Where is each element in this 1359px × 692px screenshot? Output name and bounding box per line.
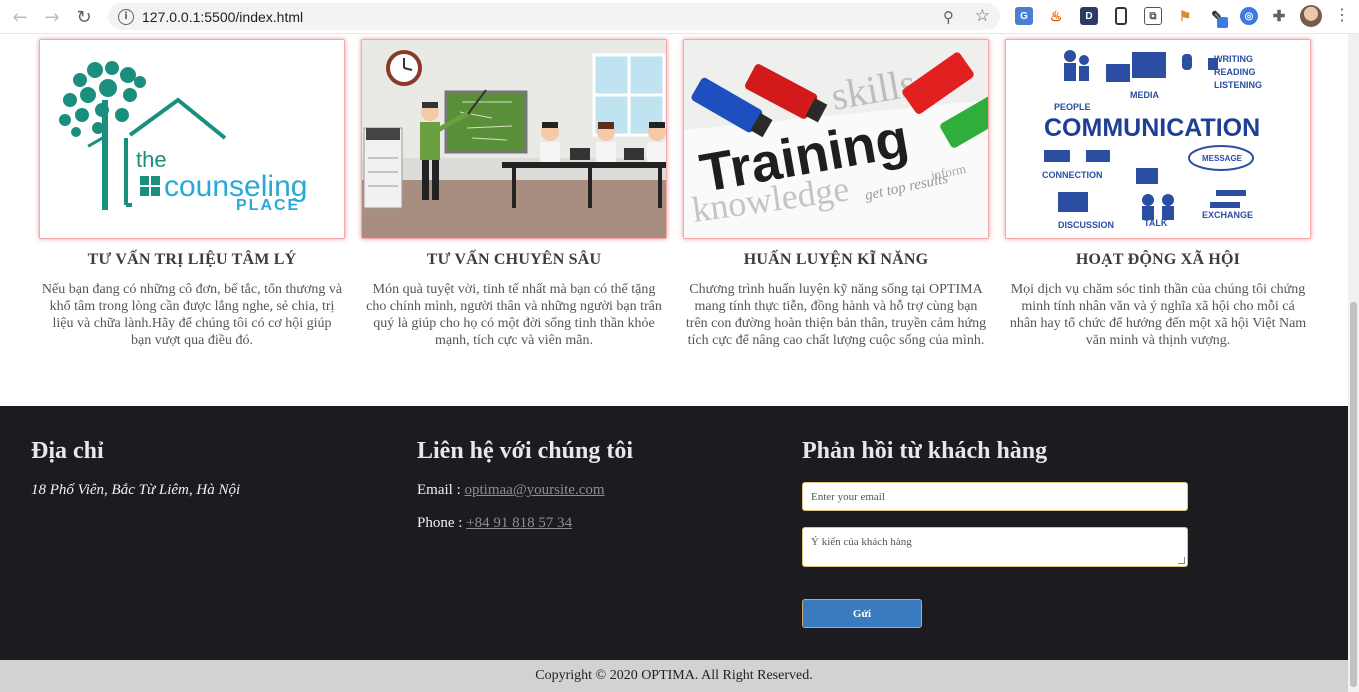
scrollbar-thumb[interactable] xyxy=(1350,302,1357,687)
communication-illustration: MESSAGE COMMUNICATION PEOPLE MEDIA WRITI… xyxy=(1006,40,1310,238)
card-title: HUẤN LUYỆN KĨ NĂNG xyxy=(743,251,929,268)
browser-toolbar: ← → ↻ i 127.0.0.1:5500/index.html ⚲ ☆ G … xyxy=(0,0,1359,34)
card-description: Món quà tuyệt vời, tinh tế nhất mà bạn c… xyxy=(366,282,662,348)
send-button[interactable]: Gửi xyxy=(802,599,922,628)
card-title: HOẠT ĐỘNG XÃ HỘI xyxy=(1075,251,1241,268)
media-word: MEDIA xyxy=(1130,90,1160,100)
discussion-word: DISCUSSION xyxy=(1058,220,1114,230)
listening-word: LISTENING xyxy=(1214,80,1262,90)
service-card: the counseling PLACE TƯ VẤN TRỊ LIỆU TÂM… xyxy=(39,39,345,349)
card-description: Nếu bạn đang có những cô đơn, bế tắc, tổ… xyxy=(41,282,343,348)
communication-word: COMMUNICATION xyxy=(1044,114,1260,142)
d-icon[interactable]: D xyxy=(1080,7,1098,25)
feedback-heading: Phản hồi từ khách hàng xyxy=(802,438,1048,464)
talk-word: TALK xyxy=(1144,218,1168,228)
service-card: MESSAGE COMMUNICATION PEOPLE MEDIA WRITI… xyxy=(1005,39,1311,349)
page-viewport: the counseling PLACE TƯ VẤN TRỊ LIỆU TÂM… xyxy=(0,34,1348,692)
email-link[interactable]: optimaa@yoursite.com xyxy=(465,482,605,498)
resize-handle[interactable] xyxy=(1178,557,1185,564)
logo-place-text: PLACE xyxy=(236,197,300,214)
card-description: Chương trình huấn luyện kỹ năng sống tại… xyxy=(685,282,987,348)
communication-image: MESSAGE COMMUNICATION PEOPLE MEDIA WRITI… xyxy=(1005,39,1311,239)
reading-word: READING xyxy=(1214,67,1256,77)
card-title: TƯ VẤN TRỊ LIỆU TÂM LÝ xyxy=(87,251,297,268)
people-word: PEOPLE xyxy=(1054,102,1091,112)
address-bar[interactable]: i 127.0.0.1:5500/index.html ⚲ ☆ xyxy=(108,3,1000,30)
compass-icon[interactable]: ◎ xyxy=(1240,7,1258,25)
site-info-icon[interactable]: i xyxy=(118,8,134,25)
counseling-logo: the counseling PLACE xyxy=(59,61,307,214)
message-word: MESSAGE xyxy=(1202,154,1243,163)
contact-heading: Liên hệ với chúng tôi xyxy=(417,438,633,464)
back-icon[interactable]: ← xyxy=(4,1,36,33)
screen-icon[interactable]: ⧉ xyxy=(1144,7,1162,25)
translate-icon[interactable]: G xyxy=(1015,7,1033,25)
copyright-bar: Copyright © 2020 OPTIMA. All Right Reser… xyxy=(0,660,1348,692)
card-description: Mọi dịch vụ chăm sóc tinh thần của chúng… xyxy=(1009,282,1307,348)
address-heading: Địa chỉ xyxy=(31,438,104,464)
page-scrollbar[interactable] xyxy=(1348,34,1359,692)
phone-label: Phone : xyxy=(417,515,463,531)
connection-word: CONNECTION xyxy=(1042,170,1103,180)
eyedropper-swatch xyxy=(1217,17,1228,28)
footer: Địa chỉ 18 Phố Viên, Bắc Từ Liêm, Hà Nội… xyxy=(0,406,1348,660)
reload-icon[interactable]: ↻ xyxy=(68,1,100,33)
exchange-word: EXCHANGE xyxy=(1202,210,1253,220)
service-card: TƯ VẤN CHUYÊN SÂU Món quà tuyệt vời, tin… xyxy=(361,39,667,349)
forward-icon[interactable]: → xyxy=(36,1,68,33)
feedback-email-input[interactable]: Enter your email xyxy=(802,482,1188,511)
feedback-comment-textarea[interactable]: Ý kiến của khách hàng xyxy=(802,527,1188,567)
email-label: Email : xyxy=(417,482,461,498)
email-line: Email : optimaa@yoursite.com xyxy=(417,482,757,499)
bookmark-star-icon[interactable]: ☆ xyxy=(975,6,990,26)
logo-the-text: the xyxy=(136,147,167,172)
zoom-icon[interactable]: ⚲ xyxy=(943,8,954,26)
menu-icon[interactable]: ⋮ xyxy=(1334,5,1350,24)
contact-column: Liên hệ với chúng tôi Email : optimaa@yo… xyxy=(417,438,757,532)
comment-placeholder: Ý kiến của khách hàng xyxy=(811,536,912,548)
classroom-illustration xyxy=(362,40,666,238)
card-title: TƯ VẤN CHUYÊN SÂU xyxy=(426,251,602,268)
puzzle-icon[interactable]: ✚ xyxy=(1270,7,1288,25)
phone-line: Phone : +84 91 818 57 34 xyxy=(417,515,757,532)
flame-icon[interactable]: ♨ xyxy=(1047,7,1065,25)
url-text[interactable]: 127.0.0.1:5500/index.html xyxy=(142,9,303,25)
avatar[interactable] xyxy=(1300,5,1322,27)
training-illustration: skills knowledge get top results inform … xyxy=(684,40,988,238)
phone-icon[interactable] xyxy=(1115,7,1127,25)
writing-word: WRITING xyxy=(1214,54,1253,64)
training-image: skills knowledge get top results inform … xyxy=(683,39,989,239)
address-column: Địa chỉ 18 Phố Viên, Bắc Từ Liêm, Hà Nội xyxy=(31,438,371,499)
classroom-image xyxy=(361,39,667,239)
feedback-column: Phản hồi từ khách hàng Enter your email … xyxy=(802,438,1202,658)
pin-icon[interactable]: ⚑ xyxy=(1176,7,1194,25)
counseling-logo-image: the counseling PLACE xyxy=(39,39,345,239)
service-card: skills knowledge get top results inform … xyxy=(683,39,989,349)
services-section: the counseling PLACE TƯ VẤN TRỊ LIỆU TÂM… xyxy=(39,39,1311,369)
phone-link[interactable]: +84 91 818 57 34 xyxy=(466,515,572,531)
address-text: 18 Phố Viên, Bắc Từ Liêm, Hà Nội xyxy=(31,482,241,498)
